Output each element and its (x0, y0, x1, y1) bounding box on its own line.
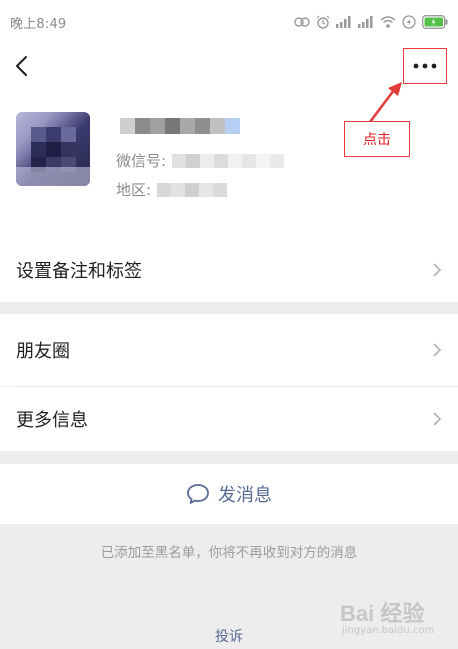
chevron-right-icon (433, 412, 442, 426)
region-label: 地区: (116, 181, 152, 199)
signal-icon (336, 16, 351, 28)
battery-icon (422, 15, 448, 29)
back-arrow-icon (16, 56, 27, 76)
annotation-callout: 点击 (344, 121, 410, 157)
more-button[interactable] (403, 48, 447, 84)
alarm-clock-icon (316, 15, 330, 29)
avatar[interactable] (16, 112, 90, 186)
cell-moments-label: 朋友圈 (16, 341, 70, 362)
blacklist-note: 已添加至黑名单，你将不再收到对方的消息 (100, 545, 358, 561)
status-icons (294, 15, 448, 29)
contact-profile-page: 晚上8:49 微信号: 地区: 点击 设置备注和标签 朋友圈 更多信息 发消息 … (0, 0, 458, 649)
watermark-sub: jingyan.baidu.com (342, 625, 435, 636)
watermark-brand: Bai 经验 (340, 601, 425, 626)
back-button[interactable] (10, 52, 36, 80)
send-message-button[interactable]: 发消息 (0, 464, 458, 524)
region-mosaic (157, 182, 228, 197)
send-message-label: 发消息 (218, 485, 272, 506)
region-row: 地区: (116, 179, 228, 200)
alarm-icon (294, 17, 310, 27)
baidu-watermark: Bai 经验 (340, 596, 424, 628)
cell-remark-tags-label: 设置备注和标签 (16, 261, 142, 282)
chevron-right-icon (433, 343, 442, 357)
status-time: 晚上8:49 (10, 16, 67, 32)
status-bar: 晚上8:49 (0, 0, 458, 44)
wechat-id-row: 微信号: (116, 150, 285, 171)
cell-remark-tags[interactable]: 设置备注和标签 (0, 238, 458, 302)
annotation-arrow (369, 82, 402, 123)
chat-bubble-icon (187, 484, 209, 504)
wechat-id-mosaic (172, 153, 285, 168)
chevron-right-icon (433, 263, 442, 277)
wechat-id-label: 微信号: (116, 152, 167, 170)
wifi-icon (380, 16, 396, 28)
cell-more-info[interactable]: 更多信息 (0, 387, 458, 451)
more-dots-icon (413, 63, 437, 69)
cell-moments[interactable]: 朋友圈 (0, 314, 458, 386)
nickname-mosaic (120, 118, 240, 134)
signal-icon (358, 16, 373, 28)
cell-more-info-label: 更多信息 (16, 410, 88, 431)
charging-icon (402, 15, 416, 29)
